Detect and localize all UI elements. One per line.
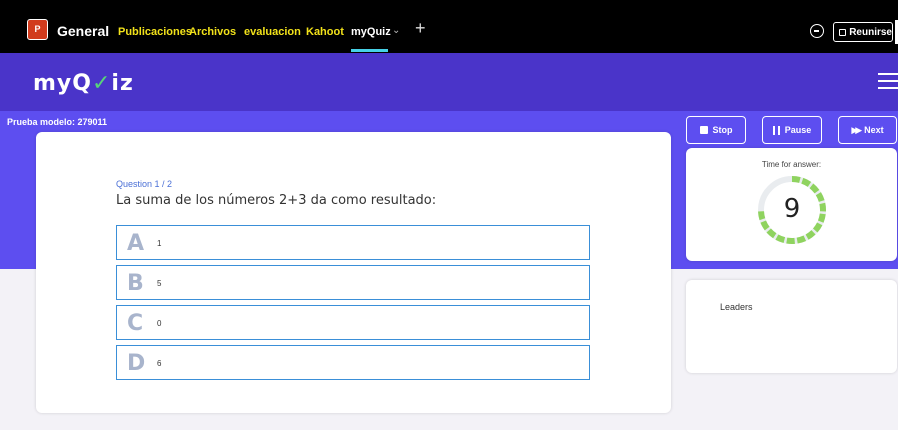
answer-text: 1 [157, 239, 162, 248]
channel-name: General [57, 23, 110, 39]
camera-icon [839, 28, 847, 36]
question-text: La suma de los números 2+3 da como resul… [116, 193, 437, 208]
next-icon: ▶▶ [851, 124, 862, 135]
logo-text-iz: iz [111, 71, 134, 96]
stop-button-label: Stop [712, 125, 733, 135]
answer-option-b[interactable]: B 5 [116, 265, 590, 300]
next-button[interactable]: ▶▶ Next [838, 116, 897, 144]
tab-myquiz[interactable]: myQuiz [351, 26, 391, 38]
app-icon[interactable]: P [27, 19, 48, 40]
logo-text-my: my [33, 71, 73, 96]
answer-text: 5 [157, 279, 162, 288]
pause-button[interactable]: Pause [762, 116, 822, 144]
tab-publicaciones[interactable]: Publicaciones [118, 26, 192, 38]
leaders-title: Leaders [720, 302, 753, 312]
model-label: Prueba modelo: 279011 [7, 117, 108, 127]
meet-button[interactable]: Reunirse [833, 22, 893, 42]
leaders-card: Leaders [686, 280, 897, 373]
add-tab-button[interactable]: + [415, 18, 426, 39]
answer-letter: B [127, 271, 144, 296]
active-tab-indicator [351, 49, 388, 52]
pause-button-label: Pause [784, 125, 812, 135]
question-counter: Question 1 / 2 [116, 179, 173, 189]
timer-card: Time for answer: 9 [686, 148, 897, 261]
pause-icon [772, 125, 780, 135]
stop-button[interactable]: Stop [686, 116, 746, 144]
answer-letter: A [127, 231, 145, 256]
answer-option-a[interactable]: A 1 [116, 225, 590, 260]
answer-option-c[interactable]: C 0 [116, 305, 590, 340]
hamburger-icon[interactable] [878, 73, 898, 89]
stop-icon [699, 126, 708, 134]
timer-value: 9 [783, 194, 801, 224]
tab-archivos[interactable]: Archivos [189, 26, 236, 38]
meet-button-label: Reunirse [849, 26, 892, 38]
answer-letter: C [127, 311, 144, 336]
chevron-down-icon[interactable]: ⌄ [392, 25, 400, 36]
answer-option-d[interactable]: D 6 [116, 345, 590, 380]
myquiz-header: myQ✓iz [0, 53, 898, 111]
answer-text: 0 [157, 319, 162, 328]
next-button-label: Next [864, 125, 884, 135]
tab-kahoot[interactable]: Kahoot [306, 26, 344, 38]
question-card: Question 1 / 2 La suma de los números 2+… [36, 132, 671, 413]
answer-text: 6 [157, 359, 162, 368]
timer-label: Time for answer: [761, 160, 822, 169]
answer-letter: D [127, 351, 146, 376]
tab-evaluacion[interactable]: evaluacion [244, 26, 301, 38]
chat-icon[interactable] [810, 24, 824, 38]
myquiz-logo: myQ✓iz [33, 71, 134, 96]
logo-check-icon: ✓ [91, 71, 112, 96]
logo-text-q: Q [72, 71, 92, 96]
teams-topbar: P General Publicaciones Archivos evaluac… [0, 0, 898, 53]
